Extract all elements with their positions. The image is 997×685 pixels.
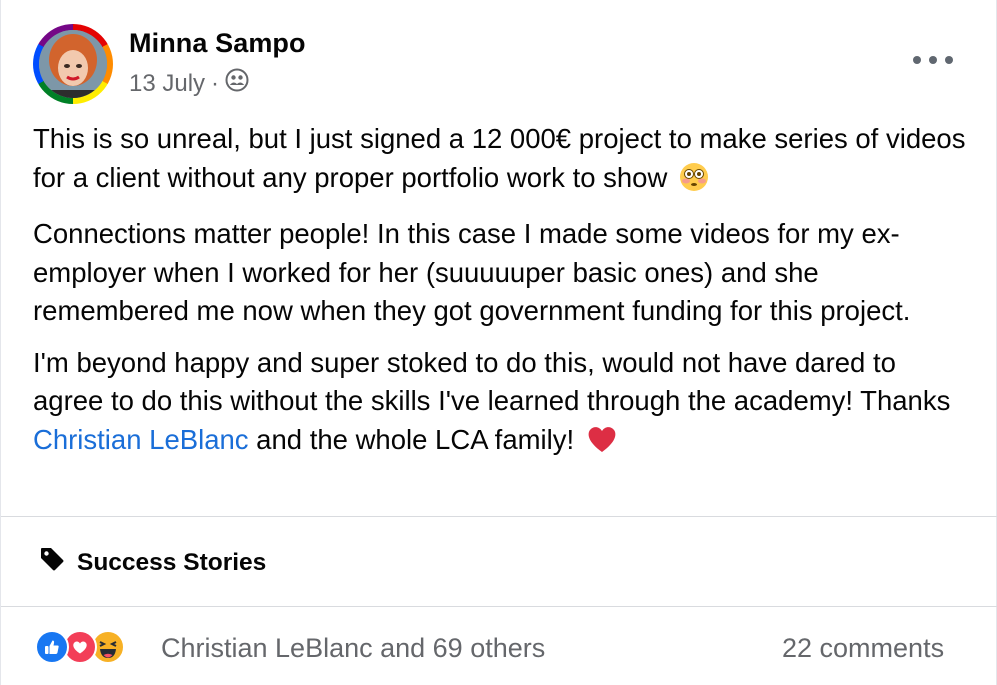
post-date[interactable]: 13 July [129, 70, 205, 98]
more-horizontal-icon [945, 56, 953, 64]
divider [1, 516, 997, 517]
more-horizontal-icon [929, 56, 937, 64]
divider [1, 606, 997, 607]
mentioned-user-link[interactable]: Christian LeBlanc [33, 424, 249, 455]
reaction-icons[interactable] [35, 630, 125, 664]
more-options-button[interactable] [913, 48, 953, 72]
post-meta: 13 July · [129, 68, 249, 99]
more-horizontal-icon [913, 56, 921, 64]
paragraph-text: and the whole LCA family! [248, 423, 575, 455]
flushed-face-emoji [679, 162, 709, 203]
meta-separator: · [211, 69, 220, 97]
author-avatar[interactable] [33, 24, 113, 104]
paragraph-text: This is so unreal, but I just signed a 1… [33, 123, 966, 193]
topic-label: Success Stories [77, 548, 267, 576]
post-card: Minna Sampo 13 July · This is so unreal,… [0, 0, 997, 685]
profile-photo [39, 30, 107, 98]
like-reaction-icon [35, 630, 69, 664]
comments-count-link[interactable]: 22 comments [782, 633, 944, 664]
red-heart-emoji [586, 424, 618, 465]
friends-icon[interactable] [225, 68, 249, 99]
post-text: This is so unreal, but I just signed a 1… [33, 120, 973, 477]
post-paragraph: Connections matter people! In this case … [33, 218, 911, 326]
author-name[interactable]: Minna Sampo [129, 28, 306, 59]
reactors-link[interactable]: Christian LeBlanc and 69 others [161, 633, 545, 664]
post-paragraph: This is so unreal, but I just signed a 1… [33, 120, 973, 202]
tag-icon [39, 546, 65, 579]
topic-tag[interactable]: Success Stories [39, 546, 266, 579]
paragraph-text: I'm beyond happy and super stoked to do … [33, 346, 951, 417]
post-paragraph: I'm beyond happy and super stoked to do … [33, 344, 973, 465]
